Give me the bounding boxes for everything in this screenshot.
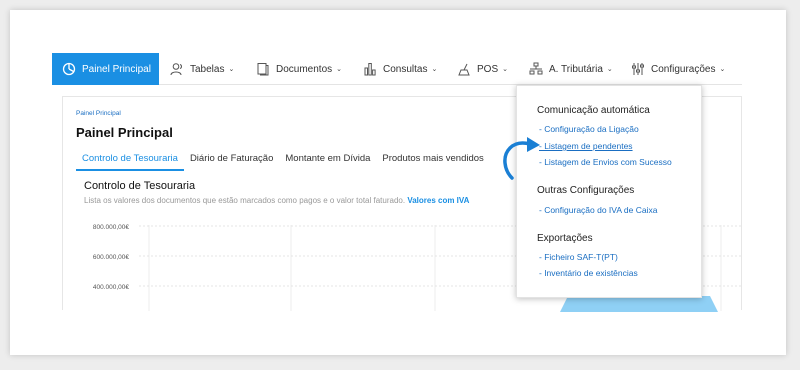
- y-tick-label: 600.000,00€: [93, 254, 130, 261]
- dropdown-heading-comunicacao: Comunicação automática: [537, 105, 650, 116]
- chevron-down-icon: ⌄: [502, 66, 508, 73]
- nav-label: Painel Principal: [82, 63, 151, 75]
- nav-label: A. Tributária: [549, 63, 603, 75]
- chevron-down-icon: ⌄: [431, 66, 438, 73]
- section-description-text: Lista os valores dos documentos que estã…: [84, 196, 406, 205]
- nav-painel-principal[interactable]: Painel Principal: [52, 53, 159, 85]
- breadcrumb[interactable]: Painel Principal: [76, 110, 121, 117]
- chevron-down-icon: ⌄: [606, 66, 613, 73]
- tab-controlo-tesouraria[interactable]: Controlo de Tesouraria: [76, 151, 184, 171]
- pos-icon: [457, 62, 471, 76]
- bar-chart-icon: [363, 62, 377, 76]
- dropdown-heading-outras-configuracoes: Outras Configurações: [537, 185, 635, 196]
- menu-item-listagem-envios[interactable]: - Listagem de Envios com Sucesso: [539, 157, 672, 167]
- a-tributaria-dropdown: Comunicação automática - Configuração da…: [516, 85, 702, 298]
- menu-item-listagem-pendentes[interactable]: - Listagem de pendentes: [539, 141, 633, 151]
- nav-label: POS: [477, 63, 499, 75]
- network-icon: [529, 62, 543, 76]
- users-icon: [170, 62, 184, 76]
- nav-label: Configurações: [651, 63, 716, 75]
- nav-configuracoes[interactable]: Configurações ⌄: [631, 53, 725, 85]
- chevron-down-icon: ⌄: [228, 66, 235, 73]
- menu-item-ficheiro-saft[interactable]: - Ficheiro SAF-T(PT): [539, 252, 618, 262]
- nav-pos[interactable]: POS ⌄: [457, 53, 508, 85]
- menu-item-label: - Listagem de pendentes: [539, 141, 633, 151]
- page-title: Painel Principal: [76, 125, 173, 140]
- tab-montante-divida[interactable]: Montante em Dívida: [279, 151, 376, 171]
- tab-diario-faturacao[interactable]: Diário de Faturação: [184, 151, 279, 171]
- y-tick-label: 400.000,00€: [93, 284, 130, 291]
- documents-icon: [256, 62, 270, 76]
- tab-produtos-vendidos[interactable]: Produtos mais vendidos: [376, 151, 489, 171]
- dropdown-heading-exportacoes: Exportações: [537, 233, 593, 244]
- nav-a-tributaria[interactable]: A. Tributária ⌄: [529, 53, 613, 85]
- nav-tabelas[interactable]: Tabelas ⌄: [170, 53, 234, 85]
- chevron-down-icon: ⌄: [336, 66, 343, 73]
- nav-label: Consultas: [383, 63, 428, 75]
- chart-bar-shape: [560, 296, 718, 312]
- menu-item-inventario-existencias[interactable]: - Inventário de existências: [539, 268, 638, 278]
- chevron-down-icon: ⌄: [719, 66, 726, 73]
- section-title: Controlo de Tesouraria: [84, 180, 196, 192]
- dashboard-tabs: Controlo de Tesouraria Diário de Faturaç…: [76, 151, 490, 171]
- y-tick-label: 800.000,00€: [93, 224, 130, 231]
- curved-arrow-icon: [503, 137, 540, 180]
- main-navbar: Painel Principal Tabelas ⌄ Documentos ⌄ …: [52, 53, 742, 85]
- nav-documentos[interactable]: Documentos ⌄: [256, 53, 342, 85]
- nav-consultas[interactable]: Consultas ⌄: [363, 53, 437, 85]
- values-with-vat-link[interactable]: Valores com IVA: [407, 196, 469, 205]
- sliders-icon: [631, 62, 645, 76]
- nav-label: Documentos: [276, 63, 333, 75]
- nav-label: Tabelas: [190, 63, 225, 75]
- menu-item-configuracao-ligacao[interactable]: - Configuração da Ligação: [539, 124, 639, 134]
- section-description: Lista os valores dos documentos que estã…: [84, 196, 469, 205]
- pie-chart-icon: [62, 62, 76, 76]
- menu-item-configuracao-iva-caixa[interactable]: - Configuração do IVA de Caixa: [539, 205, 657, 215]
